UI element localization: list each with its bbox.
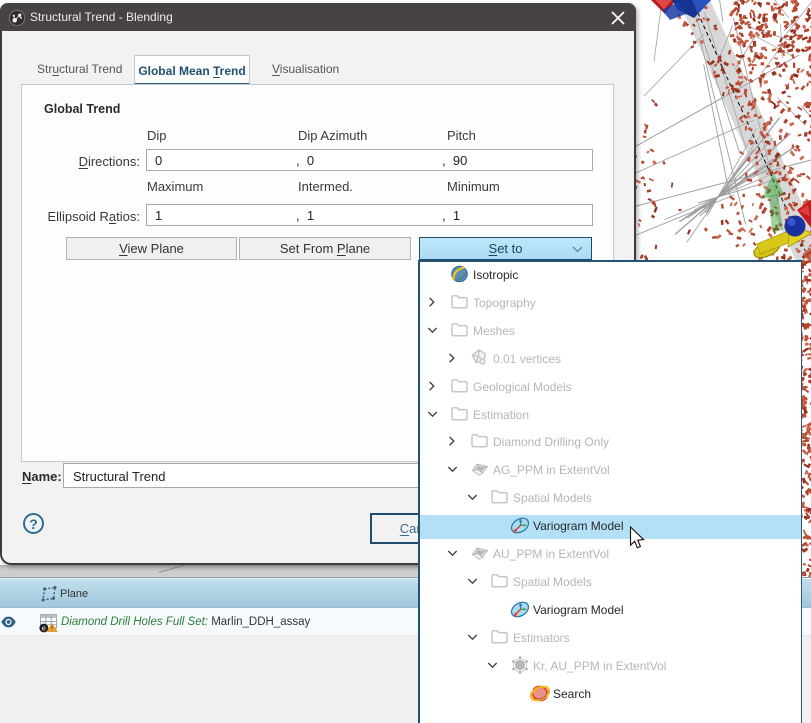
svg-text:e: e [42,624,46,633]
